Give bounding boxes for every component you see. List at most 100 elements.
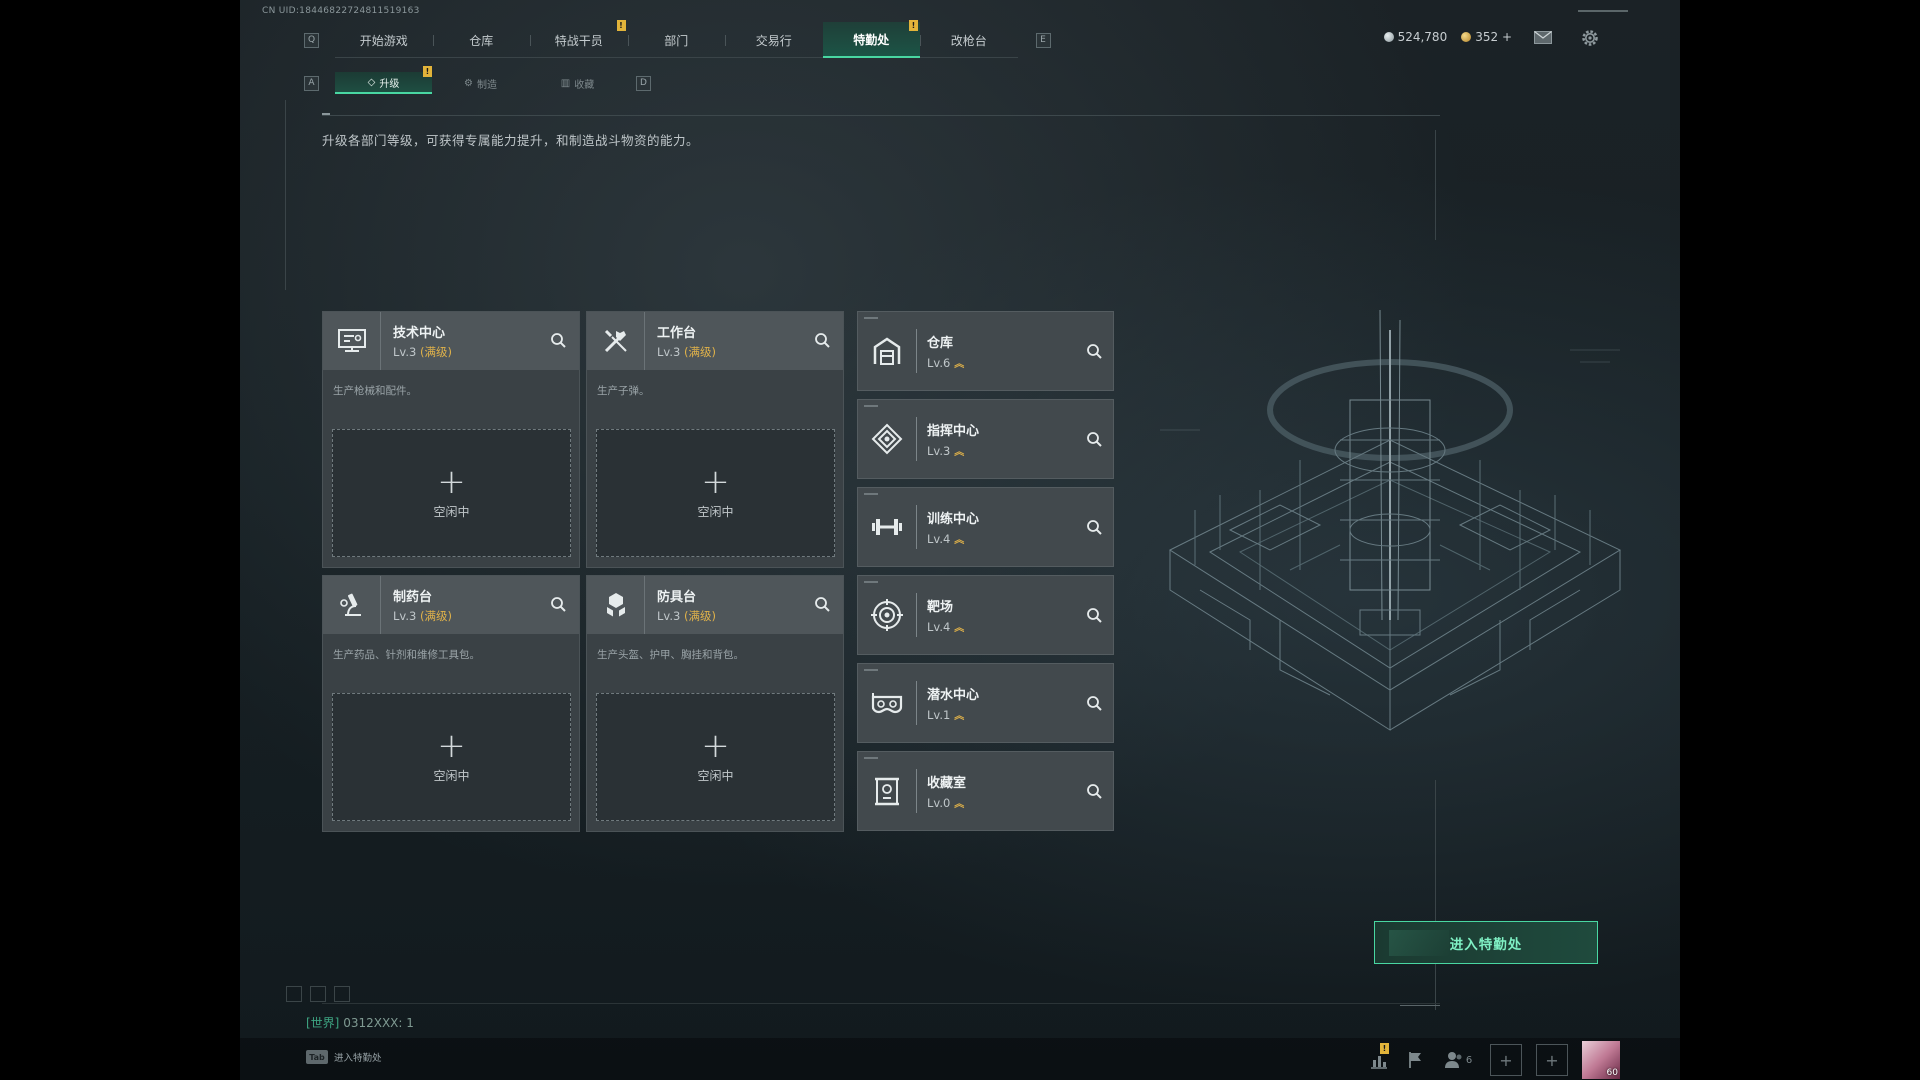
add-friend-slot-button[interactable]: + <box>1536 1044 1568 1076</box>
world-chat-message[interactable]: [世界] 0312XXX: 1 <box>306 1014 414 1031</box>
training-center-icon <box>858 487 916 567</box>
dept-command-center[interactable]: 指挥中心 Lv.3 ︽ <box>857 399 1114 479</box>
bottom-decoration <box>286 986 350 1002</box>
workbench-icon <box>587 312 645 370</box>
enter-special-ops-button[interactable]: 进入特勤处 <box>1374 921 1598 964</box>
search-icon[interactable] <box>550 332 567 349</box>
top-navigation: Q 开始游戏 仓库 特战干员! 部门 交易行 特勤处! 改枪台 E <box>304 20 1051 58</box>
subtab-upgrade[interactable]: ◇ 升级 ! <box>335 66 432 94</box>
dept-title: 指挥中心 <box>927 424 980 439</box>
upgrade-arrow-icon: ︽ <box>954 799 964 810</box>
shooting-range-icon <box>858 575 916 655</box>
dept-title: 训练中心 <box>927 512 980 527</box>
card-level: Lv.3 (满级) <box>393 344 452 360</box>
tab-key-hint[interactable]: Tab 进入特勤处 <box>306 1050 382 1064</box>
search-icon[interactable] <box>814 596 831 613</box>
mail-icon[interactable] <box>1534 31 1552 44</box>
tab-gunsmith[interactable]: 改枪台 <box>920 22 1018 58</box>
dept-warehouse[interactable]: 仓库 Lv.6 ︽ <box>857 311 1114 391</box>
dept-title: 靶场 <box>927 600 954 615</box>
divider <box>322 115 1440 116</box>
collection-room-icon <box>858 751 916 831</box>
card-description: 生产枪械和配件。 <box>333 385 417 397</box>
card-titles: 防具台 Lv.3 (满级) <box>657 586 716 624</box>
decorative-line <box>1400 1005 1440 1006</box>
search-icon[interactable] <box>550 596 567 613</box>
player-avatar[interactable]: 60 <box>1582 1041 1620 1079</box>
max-level-tag: (满级) <box>419 609 452 623</box>
nav-prev-key[interactable]: Q <box>304 32 319 48</box>
max-level-tag: (满级) <box>419 345 452 359</box>
add-gold-button[interactable]: + <box>1502 30 1512 44</box>
dept-titles: 靶场 Lv.4 ︽ <box>927 596 964 634</box>
add-friend-slot-button[interactable]: + <box>1490 1044 1522 1076</box>
dept-level: Lv.6 ︽ <box>927 355 964 370</box>
card-level: Lv.3 (满级) <box>657 344 716 360</box>
stats-button[interactable]: ! <box>1368 1043 1390 1071</box>
flag-icon <box>1409 1052 1421 1068</box>
plus-icon: + <box>701 461 730 502</box>
dept-shooting-range[interactable]: 靶场 Lv.4 ︽ <box>857 575 1114 655</box>
dept-titles: 潜水中心 Lv.1 ︽ <box>927 684 979 722</box>
dept-titles: 仓库 Lv.6 ︽ <box>927 332 964 370</box>
sub-next-key[interactable]: D <box>636 75 651 91</box>
dept-training-center[interactable]: 训练中心 Lv.4 ︽ <box>857 487 1114 567</box>
dept-diving-center[interactable]: 潜水中心 Lv.1 ︽ <box>857 663 1114 743</box>
silver-currency: 524,780 <box>1383 30 1447 44</box>
tech-center-icon <box>323 312 381 370</box>
subtab-collection[interactable]: ▥ 收藏 <box>529 72 626 94</box>
gold-amount: 352 <box>1475 30 1499 44</box>
production-slot[interactable]: + 空闲中 <box>596 693 835 821</box>
craft-icon: ⚙ <box>464 77 473 89</box>
flag-button[interactable] <box>1404 1049 1426 1071</box>
notification-badge: ! <box>909 20 918 31</box>
tab-start-game[interactable]: 开始游戏 <box>335 22 433 58</box>
nav-next-key[interactable]: E <box>1035 32 1051 48</box>
plus-icon: + <box>1499 1050 1513 1070</box>
card-header: 技术中心 Lv.3 (满级) <box>323 312 579 370</box>
sub-prev-key[interactable]: A <box>304 75 319 91</box>
gold-currency[interactable]: 352 + <box>1461 30 1512 44</box>
card-titles: 技术中心 Lv.3 (满级) <box>393 322 452 360</box>
armor-bench-icon <box>587 576 645 634</box>
gear-icon[interactable] <box>1580 28 1600 48</box>
decorative-line <box>1435 130 1436 240</box>
decoration-box <box>334 986 350 1002</box>
level-value: Lv.6 <box>927 356 951 370</box>
friends-icon <box>1444 1052 1462 1068</box>
facility-card-workbench: 工作台 Lv.3 (满级) 生产子弹。 + 空闲中 <box>586 311 844 568</box>
dept-level: Lv.4 ︽ <box>927 531 979 546</box>
tab-label: 特勤处 <box>853 32 890 47</box>
upgrade-arrow-icon: ︽ <box>954 711 964 722</box>
production-slot[interactable]: + 空闲中 <box>596 429 835 557</box>
production-slot[interactable]: + 空闲中 <box>332 693 571 821</box>
tab-trading[interactable]: 交易行 <box>725 22 823 58</box>
card-title: 技术中心 <box>393 326 446 341</box>
search-icon[interactable] <box>1086 783 1103 800</box>
facility-card-pharmacy: 制药台 Lv.3 (满级) 生产药品、针剂和维修工具包。 + 空闲中 <box>322 575 580 832</box>
tab-warehouse[interactable]: 仓库 <box>432 22 531 58</box>
dept-collection-room[interactable]: 收藏室 Lv.0 ︽ <box>857 751 1114 831</box>
top-right-decoration <box>1578 10 1628 12</box>
dept-title: 潜水中心 <box>927 688 980 703</box>
search-icon[interactable] <box>814 332 831 349</box>
tab-label: 改枪台 <box>950 33 987 48</box>
divider <box>916 329 917 373</box>
upgrade-arrow-icon: ︽ <box>954 447 964 458</box>
subtab-label: 收藏 <box>574 79 595 91</box>
tab-label: 仓库 <box>469 33 494 48</box>
production-slot[interactable]: + 空闲中 <box>332 429 571 557</box>
tab-operators[interactable]: 特战干员! <box>530 20 628 58</box>
divider-mark <box>322 113 330 115</box>
divider <box>322 1003 1440 1004</box>
facility-wireframe-illustration <box>1160 309 1622 731</box>
tab-special-ops[interactable]: 特勤处! <box>822 20 920 58</box>
card-titles: 工作台 Lv.3 (满级) <box>657 322 716 360</box>
subtab-craft[interactable]: ⚙ 制造 <box>432 72 529 94</box>
decoration-box <box>286 986 302 1002</box>
tab-department[interactable]: 部门 <box>627 22 726 58</box>
divider <box>916 593 917 637</box>
card-header: 工作台 Lv.3 (满级) <box>587 312 843 370</box>
plus-icon: + <box>437 461 466 502</box>
friends-button[interactable]: 6 <box>1440 1049 1476 1071</box>
